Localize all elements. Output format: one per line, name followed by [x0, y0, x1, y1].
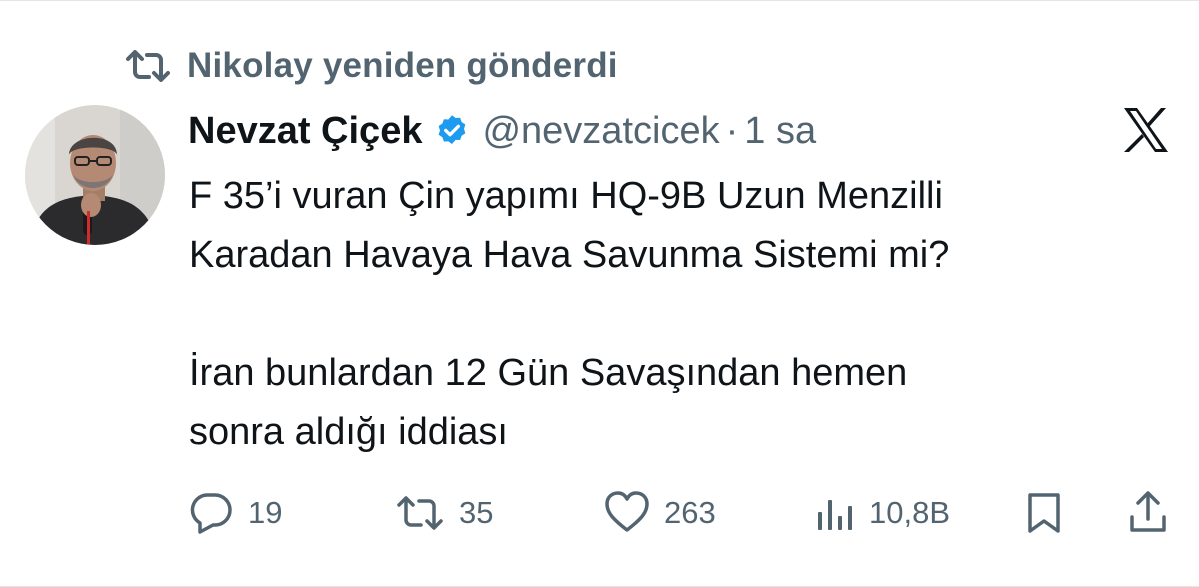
tweet-text-line: F 35’i vuran Çin yapımı HQ-9B Uzun Menzi…: [189, 175, 943, 217]
author-handle[interactable]: @nevzatcicek: [482, 110, 719, 153]
heart-icon: [605, 491, 649, 532]
like-button[interactable]: 263: [604, 487, 716, 539]
reply-button[interactable]: 19: [188, 487, 282, 539]
verified-badge-icon: [439, 115, 466, 145]
author-name[interactable]: Nevzat Çiçek: [188, 110, 422, 153]
views-count: 10,8B: [869, 495, 951, 530]
share-button[interactable]: [1128, 487, 1168, 539]
retweeted-by-text[interactable]: Nikolay yeniden gönderdi: [187, 46, 618, 86]
share-icon: [1130, 491, 1166, 532]
tweet-header: Nevzat Çiçek @nevzatcicek · 1 sa: [188, 105, 816, 157]
retweet-icon: [397, 496, 443, 530]
reply-count: 19: [248, 495, 283, 530]
avatar[interactable]: [25, 105, 165, 245]
views-button[interactable]: 10,8B: [815, 487, 950, 539]
bookmark-icon: [1028, 493, 1060, 533]
retweet-button[interactable]: 35: [395, 487, 493, 539]
timestamp[interactable]: 1 sa: [744, 110, 816, 153]
reply-icon: [190, 493, 232, 534]
like-count: 263: [664, 495, 716, 530]
x-logo-icon: [1124, 108, 1168, 152]
views-chart-icon: [818, 500, 852, 530]
action-bar: 19 35 263 10,8B: [0, 487, 1199, 539]
retweet-count: 35: [459, 495, 494, 530]
tweet-text-line: Karadan Havaya Hava Savunma Sistemi mi?: [189, 234, 950, 276]
tweet-text-line: sonra aldığı iddiası: [189, 411, 508, 453]
tweet-card[interactable]: Nikolay yeniden gönderdi Nevzat Çiçek @n…: [0, 0, 1199, 587]
tweet-text-line: İran bunlardan 12 Gün Savaşından hemen: [189, 352, 908, 394]
retweet-icon: [126, 50, 170, 82]
profile-photo: [25, 105, 165, 245]
separator-dot: ·: [725, 109, 739, 152]
retweet-context: Nikolay yeniden gönderdi: [125, 41, 618, 91]
paragraph-break: [189, 285, 1149, 344]
tweet-text: F 35’i vuran Çin yapımı HQ-9B Uzun Menzi…: [189, 167, 1149, 462]
bookmark-button[interactable]: [1025, 487, 1063, 539]
